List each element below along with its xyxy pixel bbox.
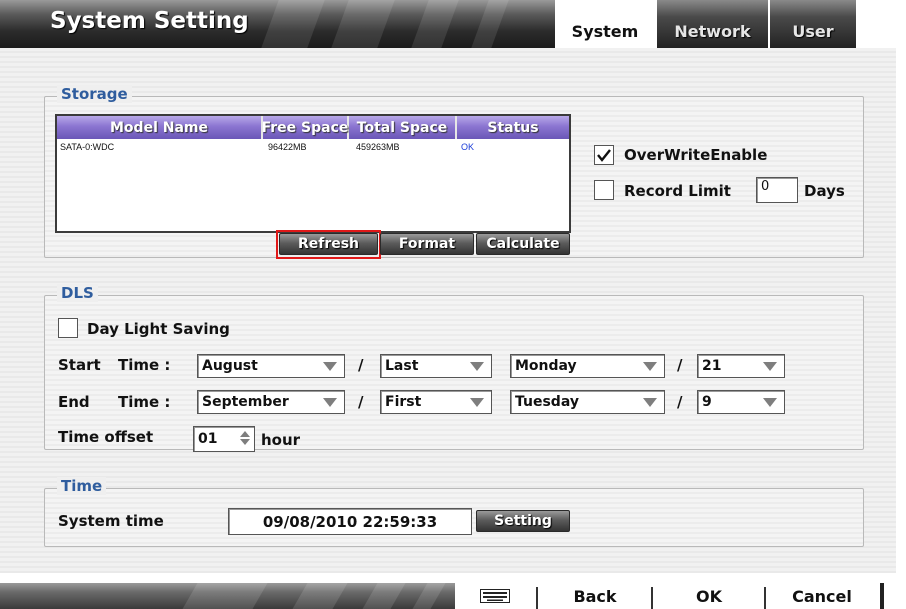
time-offset-label: Time offset <box>58 428 154 446</box>
column-header-free-space: Free Space <box>262 116 349 139</box>
refresh-button[interactable]: Refresh <box>279 233 378 255</box>
back-button[interactable]: Back <box>539 583 651 609</box>
record-limit-label: Record Limit <box>624 182 731 200</box>
spinner-arrows-icon[interactable] <box>239 430 251 446</box>
end-label: End <box>58 393 90 411</box>
storage-table: Model Name Free Space Total Space Status… <box>55 114 571 233</box>
footer-buttons: Back OK Cancel <box>455 583 880 609</box>
day-light-saving-checkbox[interactable] <box>58 318 78 338</box>
day-light-saving-label: Day Light Saving <box>87 320 230 338</box>
chevron-down-icon <box>323 362 337 371</box>
setting-button[interactable]: Setting <box>476 510 570 532</box>
end-weekday-select[interactable]: Tuesday <box>510 390 665 414</box>
cell-free-space: 96422MB <box>268 142 307 152</box>
chevron-down-icon <box>470 362 484 371</box>
time-offset-unit: hour <box>261 431 301 449</box>
chevron-down-icon <box>323 398 337 407</box>
start-separator-2: / <box>677 356 683 374</box>
start-hour-value: 21 <box>702 358 722 374</box>
tab-user[interactable]: User <box>770 0 856 48</box>
time-offset-spinner[interactable]: 01 <box>193 426 255 452</box>
page-title: System Setting <box>50 8 249 34</box>
start-month-value: August <box>202 358 258 374</box>
end-hour-value: 9 <box>702 394 712 410</box>
chevron-down-icon <box>763 362 777 371</box>
footer: Back OK Cancel <box>0 573 906 609</box>
end-month-value: September <box>202 394 289 410</box>
start-weekday-select[interactable]: Monday <box>510 354 665 378</box>
end-month-select[interactable]: September <box>197 390 345 414</box>
end-week-select[interactable]: First <box>380 390 492 414</box>
start-week-value: Last <box>385 358 419 374</box>
cancel-button[interactable]: Cancel <box>767 583 877 609</box>
end-time-label: Time : <box>118 393 171 411</box>
column-header-total-space: Total Space <box>349 116 457 139</box>
chevron-down-icon <box>470 398 484 407</box>
start-weekday-value: Monday <box>515 358 577 374</box>
system-time-input[interactable]: 09/08/2010 22:59:33 <box>228 508 472 535</box>
overwrite-checkbox[interactable] <box>594 145 614 165</box>
tab-system[interactable]: System <box>555 0 655 48</box>
end-week-value: First <box>385 394 422 410</box>
time-legend: Time <box>57 477 107 495</box>
column-header-model-name: Model Name <box>57 116 263 139</box>
record-limit-input[interactable]: 0 <box>756 177 798 203</box>
end-separator-2: / <box>677 393 683 411</box>
chevron-down-icon <box>643 398 657 407</box>
keyboard-icon <box>480 589 510 603</box>
ok-button[interactable]: OK <box>654 583 764 609</box>
chevron-down-icon <box>763 398 777 407</box>
tab-network[interactable]: Network <box>657 0 768 48</box>
cell-model-name: SATA-0:WDC <box>60 142 115 152</box>
column-header-status: Status <box>487 119 539 136</box>
keyboard-button[interactable] <box>455 583 535 609</box>
cell-total-space: 459263MB <box>356 142 400 152</box>
format-button[interactable]: Format <box>380 233 474 255</box>
dls-legend: DLS <box>57 284 98 302</box>
record-limit-unit: Days <box>804 182 845 200</box>
overwrite-label: OverWriteEnable <box>624 146 768 164</box>
start-separator: / <box>358 356 364 374</box>
time-offset-value: 01 <box>198 431 218 447</box>
table-row[interactable]: SATA-0:WDC 96422MB 459263MB OK <box>57 139 569 155</box>
start-week-select[interactable]: Last <box>380 354 492 378</box>
title-bar: System Setting <box>0 0 555 48</box>
cell-status: OK <box>461 142 475 152</box>
checkmark-icon <box>597 149 611 162</box>
record-limit-checkbox[interactable] <box>594 180 614 200</box>
table-header: Model Name Free Space Total Space Status <box>57 116 569 139</box>
end-separator: / <box>358 393 364 411</box>
start-month-select[interactable]: August <box>197 354 345 378</box>
chevron-down-icon <box>643 362 657 371</box>
system-time-label: System time <box>58 512 164 530</box>
start-time-label: Time : <box>118 356 171 374</box>
storage-legend: Storage <box>57 85 132 103</box>
end-hour-select[interactable]: 9 <box>697 390 785 414</box>
end-weekday-value: Tuesday <box>515 394 579 410</box>
start-hour-select[interactable]: 21 <box>697 354 785 378</box>
start-label: Start <box>58 356 101 374</box>
header: System Setting System Network User <box>0 0 906 48</box>
calculate-button[interactable]: Calculate <box>476 233 570 255</box>
